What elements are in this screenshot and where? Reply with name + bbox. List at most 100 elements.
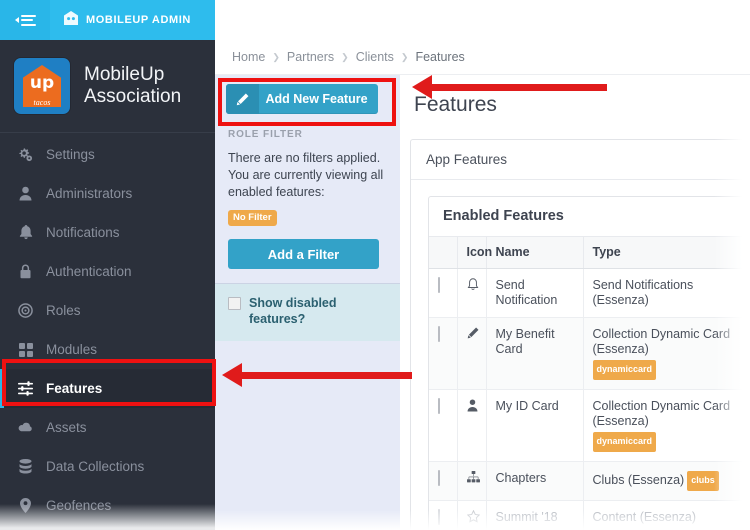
row-select-cell[interactable] [429,268,458,318]
table-row[interactable]: My Benefit Card Collection Dynamic Card … [429,317,748,390]
row-checkbox[interactable] [438,470,440,486]
role-filter-title: ROLE FILTER [228,129,303,140]
type-tag: clubs [687,471,719,491]
row-type-cell: Collection Dynamic Card (Essenza) dynami… [583,317,748,390]
row-checkbox[interactable] [438,398,440,414]
add-new-feature-button[interactable]: Add New Feature [226,84,378,114]
sliders-icon [18,381,33,396]
row-name-cell: Chapters [486,461,584,501]
main-content: Home ❯ Partners ❯ Clients ❯ Features Add… [215,40,750,530]
sidebar-item-label: Notifications [46,225,120,240]
app-features-heading: App Features [411,140,749,180]
organization-name: MobileUp Association [84,64,181,108]
role-filter-block: ROLE FILTER There are no filters applied… [215,125,400,283]
add-a-filter-button[interactable]: Add a Filter [228,239,379,269]
cloud-icon [18,420,33,435]
breadcrumb-item-partners[interactable]: Partners [287,50,334,64]
sidebar-item-settings[interactable]: Settings [0,135,215,174]
sidebar-item-label: Roles [46,303,81,318]
row-select-cell[interactable] [429,317,458,390]
table-row[interactable]: Send Notification Send Notifications (Es… [429,268,748,318]
sidebar-item-geofences[interactable]: Geofences [0,486,215,525]
logo-word: up [29,73,55,93]
organization-header[interactable]: up tacos MobileUp Association [0,40,215,132]
mobileup-mark-icon [63,10,79,31]
magic-wand-icon [226,84,259,114]
sidebar-item-features[interactable]: Features [0,369,215,408]
row-type-cell: Send Notifications (Essenza) [583,268,748,318]
add-new-feature-label: Add New Feature [265,92,368,106]
type-tag: dynamiccard [592,360,657,380]
row-select-cell[interactable] [429,500,458,530]
sidebar-item-label: Assets [46,420,87,435]
row-name-cell: My ID Card [486,389,584,462]
table-row[interactable]: Summit '18 Content (Essenza) [429,500,748,530]
row-icon-cell [457,389,487,462]
sidebar: up tacos MobileUp Association Settings A… [0,40,215,530]
sidebar-item-roles[interactable]: Roles [0,291,215,330]
bell-icon [467,278,479,294]
breadcrumb-item-home[interactable]: Home [232,50,265,64]
sidebar-item-label: Data Collections [46,459,145,474]
row-icon-cell [457,461,487,501]
sidebar-item-label: Authentication [46,264,132,279]
user-icon [467,399,478,415]
column-type: Type [583,237,748,269]
sitemap-icon [466,471,480,486]
sidebar-item-assets[interactable]: Assets [0,408,215,447]
sidebar-collapse-button[interactable] [0,0,50,40]
breadcrumb-item-features: Features [415,50,465,64]
add-a-filter-label: Add a Filter [267,246,340,262]
no-filter-badge: No Filter [228,210,277,226]
row-name-cell: My Benefit Card [486,317,584,390]
gears-icon [18,147,33,162]
role-filter-sidebar: Add New Feature ROLE FILTER There are no… [215,75,400,530]
breadcrumb-item-clients[interactable]: Clients [356,50,394,64]
top-bar: MOBILEUP ADMIN [0,0,750,40]
sidebar-item-label: Modules [46,342,98,357]
admin-page: MOBILEUP ADMIN up tacos MobileUp Associa… [0,0,750,530]
row-checkbox[interactable] [438,326,440,342]
app-features-panel: App Features Enabled Features Icon Name … [410,139,750,530]
column-select [429,237,458,269]
sidebar-item-modules[interactable]: Modules [0,330,215,369]
features-table: Icon Name Type Send Notification Send No… [429,237,748,530]
star-icon [466,509,480,526]
brand-label: MOBILEUP ADMIN [86,14,191,26]
sidebar-item-label: Features [46,381,103,396]
enabled-features-panel: Enabled Features Icon Name Type Send Not… [428,196,749,530]
sidebar-item-label: Settings [46,147,95,162]
table-header-row: Icon Name Type [429,237,748,269]
sidebar-nav: Settings Administrators Notifications Au… [0,133,215,525]
show-disabled-features-toggle[interactable]: Show disabled features? [228,295,388,327]
brand-link[interactable]: MOBILEUP ADMIN [50,0,215,40]
menu-collapse-icon [14,12,36,28]
row-type-cell: Clubs (Essenza) clubs [583,461,748,501]
add-feature-area: Add New Feature [215,75,400,125]
breadcrumb: Home ❯ Partners ❯ Clients ❯ Features [215,40,750,75]
sidebar-item-notifications[interactable]: Notifications [0,213,215,252]
show-disabled-section: Show disabled features? [215,283,400,341]
sidebar-item-data-collections[interactable]: Data Collections [0,447,215,486]
column-icon: Icon [457,237,492,269]
row-icon-cell [457,500,487,530]
row-select-cell[interactable] [429,461,458,501]
lock-icon [18,264,33,279]
show-disabled-label: Show disabled features? [249,296,337,326]
row-checkbox[interactable] [438,509,440,525]
type-tag: dynamiccard [592,432,657,452]
page-title: Features [414,93,497,116]
row-select-cell[interactable] [429,389,458,462]
sidebar-item-administrators[interactable]: Administrators [0,174,215,213]
breadcrumb-separator-icon: ❯ [341,51,349,62]
table-row[interactable]: My ID Card Collection Dynamic Card (Esse… [429,389,748,462]
org-name-line1: MobileUp [84,64,165,85]
map-pin-icon [18,498,33,513]
target-icon [18,303,33,318]
show-disabled-checkbox[interactable] [228,297,241,310]
table-row[interactable]: Chapters Clubs (Essenza) clubs [429,461,748,501]
row-checkbox[interactable] [438,277,440,293]
sidebar-item-authentication[interactable]: Authentication [0,252,215,291]
magic-wand-icon [467,327,479,342]
org-name-line2: Association [84,86,182,107]
